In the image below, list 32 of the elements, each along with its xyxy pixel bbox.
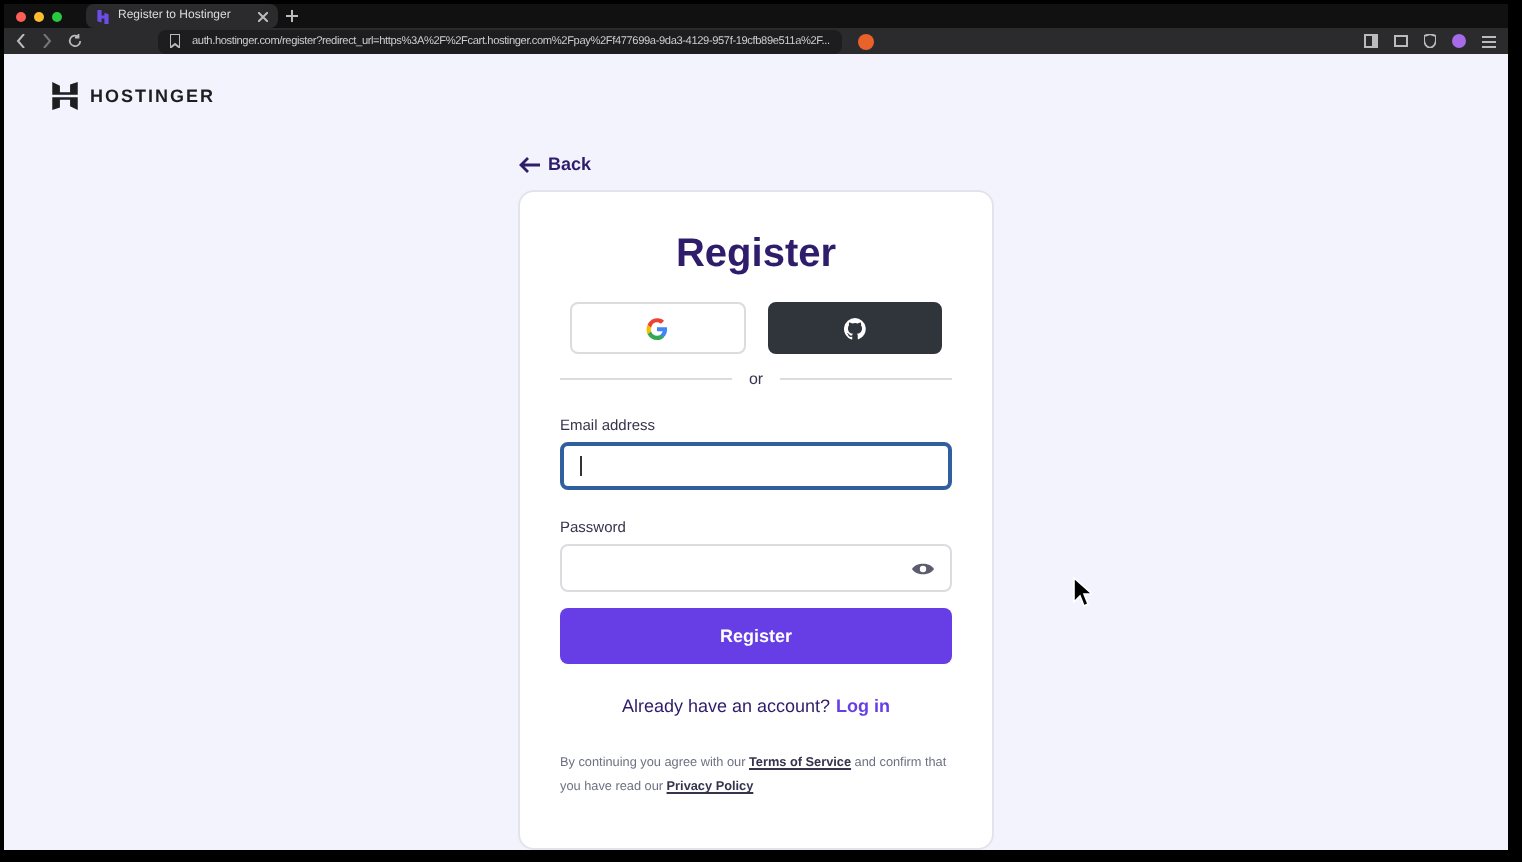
- google-g-icon: [646, 317, 669, 339]
- close-icon[interactable]: [258, 11, 268, 22]
- shield-icon[interactable]: [1424, 34, 1436, 49]
- separator-text: or: [748, 370, 764, 388]
- close-dot-icon[interactable]: [16, 11, 26, 22]
- extension-icon[interactable]: [857, 33, 876, 50]
- login-prompt: Already have an account?: [621, 696, 831, 716]
- eye-icon[interactable]: [912, 561, 934, 575]
- text-caret: [580, 456, 582, 476]
- email-field[interactable]: [560, 442, 952, 490]
- new-tab-icon[interactable]: [286, 10, 298, 23]
- github-icon: [843, 317, 866, 339]
- github-button[interactable]: [767, 302, 942, 354]
- tab-logo-icon: [96, 9, 110, 24]
- logo-icon: [52, 82, 78, 110]
- left-arrow-icon: [518, 155, 542, 173]
- mouse-cursor-icon: [1072, 576, 1092, 608]
- sidebar-icon[interactable]: [1364, 34, 1378, 49]
- register-button[interactable]: Register: [560, 608, 952, 664]
- reload-icon[interactable]: [68, 34, 82, 49]
- back-link[interactable]: Back: [518, 154, 592, 174]
- maximize-dot-icon[interactable]: [52, 11, 62, 22]
- hostinger-logo[interactable]: HOSTINGER: [52, 82, 1508, 110]
- form-title: Register: [673, 232, 839, 278]
- login-link[interactable]: Log in: [836, 696, 891, 716]
- wallet-icon[interactable]: [1394, 34, 1408, 49]
- logo-text: HOSTINGER: [90, 86, 216, 106]
- password-field[interactable]: [560, 544, 952, 592]
- bookmark-icon: [170, 34, 180, 49]
- minimize-dot-icon[interactable]: [34, 11, 44, 22]
- profile-icon[interactable]: [1452, 34, 1466, 49]
- menu-icon[interactable]: [1482, 35, 1496, 48]
